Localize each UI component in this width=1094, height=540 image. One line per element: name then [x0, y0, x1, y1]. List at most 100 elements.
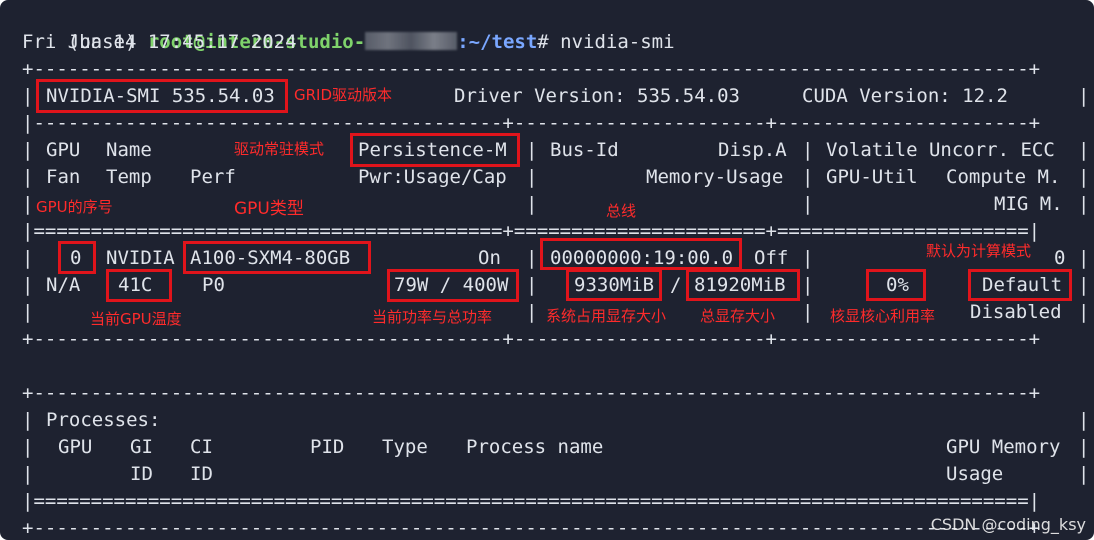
- pipe: |: [22, 166, 34, 188]
- header-gpu: GPU: [46, 139, 81, 161]
- gpu-vendor: NVIDIA: [106, 247, 175, 269]
- pipe: |: [802, 166, 814, 188]
- pipe: |: [22, 274, 34, 296]
- note-gpu-index: GPU的序号: [36, 198, 113, 216]
- processes-border-bottom: +---------------------------------------…: [22, 517, 1041, 539]
- pipe: |: [802, 139, 814, 161]
- date-line: Fri Jun 14 17:45:17 2024: [22, 31, 297, 53]
- pipe: |: [22, 463, 34, 485]
- pipe: |: [526, 274, 538, 296]
- table-border-mid: +---------------------------------------…: [22, 328, 1041, 350]
- header-compute-mode: Compute M.: [946, 166, 1061, 188]
- note-gpu-temp: 当前GPU温度: [90, 310, 182, 328]
- command-text[interactable]: nvidia-smi: [560, 31, 674, 53]
- note-power: 当前功率与总功率: [372, 308, 493, 326]
- header-name: Name: [106, 139, 152, 161]
- pipe: |: [1078, 193, 1090, 215]
- header-temp: Temp: [106, 166, 152, 188]
- gpu-util-value: 0%: [886, 274, 909, 296]
- header-memory-usage: Memory-Usage: [646, 166, 784, 188]
- proc-header-gpu: GPU: [58, 436, 93, 458]
- header-bus-id: Bus-Id: [550, 139, 619, 161]
- note-mem-used: 系统占用显存大小: [546, 307, 667, 325]
- note-util: 核显核心利用率: [830, 307, 936, 325]
- processes-title: Processes:: [46, 409, 161, 431]
- header-fan: Fan: [46, 166, 81, 188]
- proc-header-ci-id: ID: [190, 463, 213, 485]
- smi-version: NVIDIA-SMI 535.54.03: [46, 85, 275, 107]
- power-value: 79W / 400W: [394, 274, 509, 296]
- proc-header-type: Type: [382, 436, 428, 458]
- pipe: |: [22, 436, 34, 458]
- note-persistence-mode: 驱动常驻模式: [234, 140, 325, 158]
- proc-header-name: Process name: [466, 436, 604, 458]
- note-gpu-type: GPU类型: [234, 199, 304, 219]
- proc-header-ci: CI: [190, 436, 213, 458]
- terminal-window[interactable]: (base) root@intern-studio-:~/test# nvidi…: [0, 0, 1094, 540]
- persistence-value: On: [478, 247, 501, 269]
- header-mig: MIG M.: [994, 193, 1063, 215]
- pipe: |: [22, 409, 34, 431]
- compute-mode-value: Default: [982, 274, 1063, 296]
- ecc-value: 0: [1054, 247, 1066, 269]
- pipe: |: [802, 301, 814, 323]
- pipe: |: [802, 274, 814, 296]
- header-gpu-util: GPU-Util: [826, 166, 918, 188]
- note-default-compute: 默认为计算模式: [926, 242, 1032, 260]
- table-separator-dashes: |---------------------------------------…: [22, 112, 1041, 134]
- prompt-separator: :: [457, 31, 469, 53]
- pipe-left: |: [22, 85, 34, 107]
- processes-border-top: +---------------------------------------…: [22, 382, 1041, 404]
- memory-slash: /: [670, 274, 682, 296]
- proc-header-usage: Usage: [946, 463, 1004, 485]
- processes-separator-equals: |=======================================…: [22, 490, 1041, 512]
- header-volatile-ecc: Volatile Uncorr. ECC: [826, 139, 1055, 161]
- pipe: |: [22, 301, 34, 323]
- header-persistence: Persistence-M: [358, 139, 507, 161]
- gpu-index: 0: [70, 247, 82, 269]
- pipe: |: [22, 247, 34, 269]
- gpu-model: A100-SXM4-80GB: [190, 247, 351, 269]
- proc-header-gi: GI: [130, 436, 153, 458]
- pipe: |: [526, 247, 538, 269]
- table-border-top: +---------------------------------------…: [22, 58, 1041, 80]
- proc-header-pid: PID: [310, 436, 345, 458]
- proc-header-gpu-memory: GPU Memory: [946, 436, 1061, 458]
- pipe-right: |: [1078, 85, 1090, 107]
- pipe: |: [802, 193, 814, 215]
- pipe: |: [1078, 463, 1090, 485]
- mig-mode-value: Disabled: [970, 301, 1062, 323]
- perf-value: P0: [202, 274, 225, 296]
- pipe: |: [1078, 166, 1090, 188]
- note-mem-total: 总显存大小: [700, 307, 776, 325]
- pipe: |: [1078, 139, 1090, 161]
- pipe: |: [22, 193, 34, 215]
- table-separator-equals: |=======================================…: [22, 220, 1041, 242]
- driver-version: Driver Version: 535.54.03: [454, 85, 740, 107]
- prompt-path: ~/test: [468, 31, 538, 53]
- pipe: |: [22, 139, 34, 161]
- temp-value: 41C: [118, 274, 153, 296]
- cuda-version: CUDA Version: 12.2: [802, 85, 1008, 107]
- header-pwr: Pwr:Usage/Cap: [358, 166, 507, 188]
- pipe: |: [1078, 247, 1090, 269]
- bus-id-value: 00000000:19:00.0: [550, 247, 734, 269]
- prompt-symbol: #: [537, 31, 561, 53]
- pipe: |: [526, 193, 538, 215]
- header-disp: Disp.A: [718, 139, 787, 161]
- redacted-hostname: [365, 32, 458, 50]
- pipe: |: [526, 301, 538, 323]
- memory-total-value: 81920MiB: [694, 274, 786, 296]
- note-grid-driver: GRID驱动版本: [294, 86, 393, 104]
- disp-value: Off: [754, 247, 789, 269]
- pipe: |: [802, 247, 814, 269]
- watermark: CSDN @coding_ksy: [930, 515, 1086, 534]
- memory-used-value: 9330MiB: [574, 274, 655, 296]
- header-perf: Perf: [190, 166, 236, 188]
- pipe: |: [526, 139, 538, 161]
- pipe: |: [1078, 409, 1090, 431]
- proc-header-gi-id: ID: [130, 463, 153, 485]
- pipe: |: [526, 166, 538, 188]
- pipe: |: [1078, 301, 1090, 323]
- pipe: |: [1078, 274, 1090, 296]
